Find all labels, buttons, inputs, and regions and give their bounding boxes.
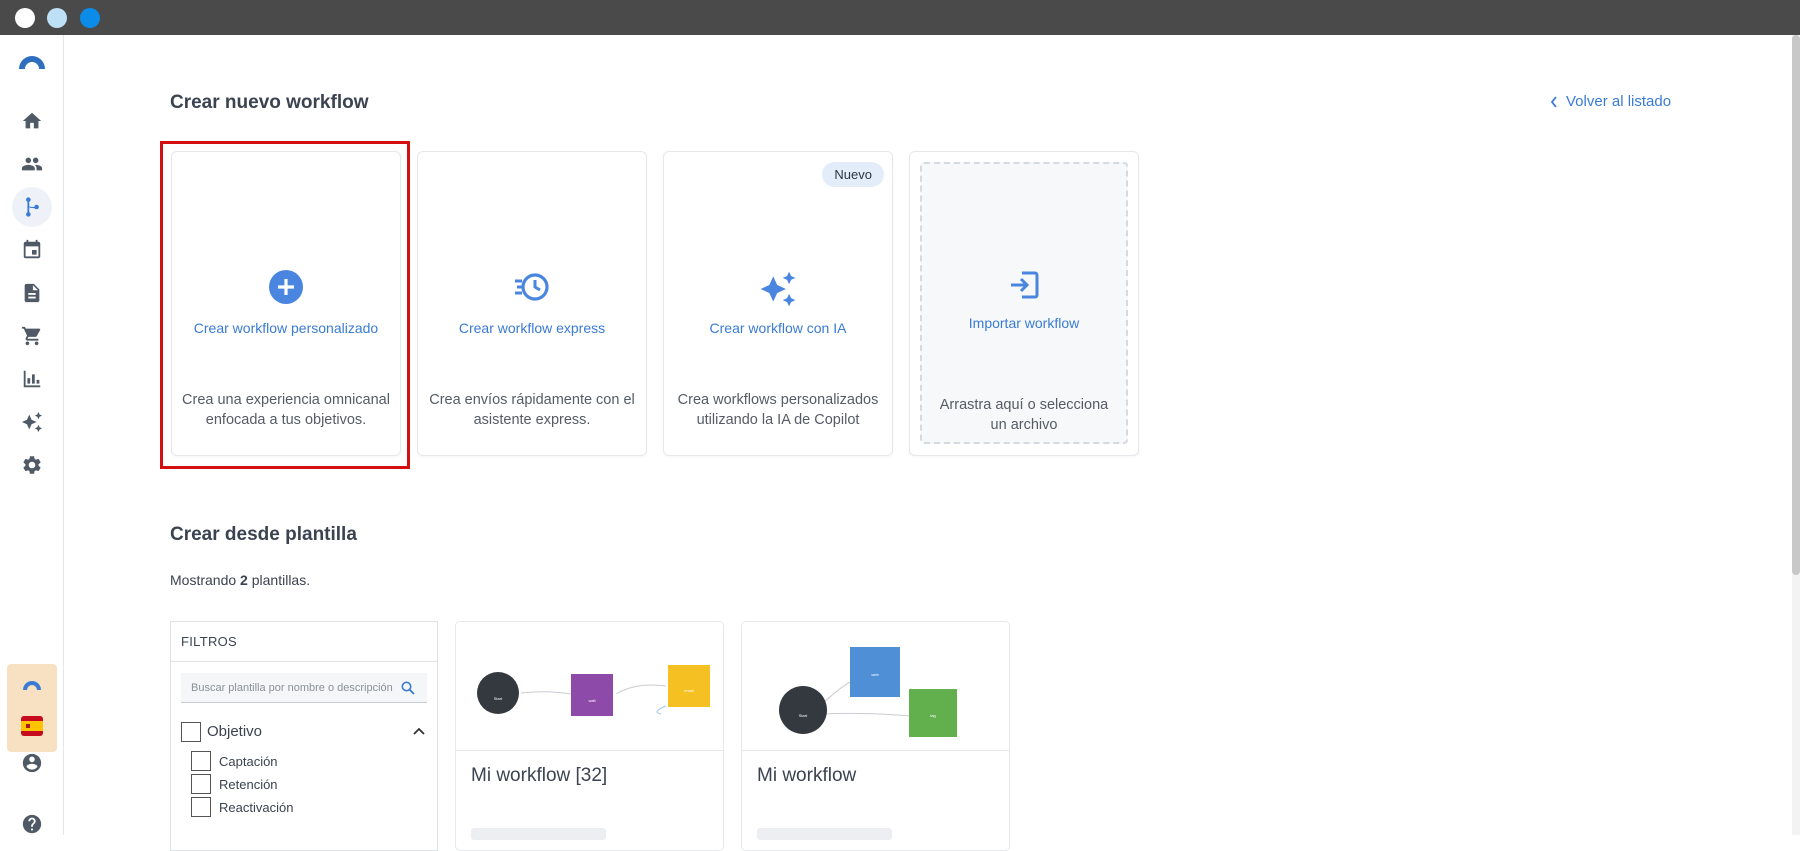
- cart-icon: [21, 326, 41, 346]
- sidebar-item-calendar[interactable]: [12, 230, 52, 270]
- svg-text:wait: wait: [588, 698, 596, 703]
- filter-checkbox-captacion[interactable]: [191, 751, 211, 771]
- templates-count-text: Mostrando 2 plantillas.: [170, 572, 310, 588]
- template-thumbnail: Start web tag: [742, 622, 1009, 751]
- sidebar: [0, 35, 64, 835]
- template-card[interactable]: Start wait email Mi workflow [32]: [455, 621, 724, 851]
- flow-node-start: [477, 672, 519, 714]
- filters-panel: FILTROS Objetivo Captación Retención Rea…: [170, 621, 438, 851]
- filter-checkbox-reactivacion[interactable]: [191, 797, 211, 817]
- calendar-icon: [23, 239, 41, 259]
- sidebar-item-account[interactable]: [12, 743, 52, 783]
- window-maximize-button[interactable]: [80, 8, 100, 28]
- template-thumbnail: Start wait email: [456, 622, 723, 751]
- sidebar-item-documents[interactable]: [12, 273, 52, 313]
- new-badge: Nuevo: [822, 162, 884, 187]
- filter-label-reactivacion: Reactivación: [219, 800, 294, 815]
- template-title: Mi workflow [32]: [471, 765, 608, 786]
- page-title: Crear nuevo workflow: [170, 92, 369, 113]
- brand-logo-icon: [23, 681, 41, 690]
- search-icon[interactable]: [401, 681, 415, 695]
- template-card[interactable]: Start web tag Mi workflow: [741, 621, 1010, 851]
- sparkles-icon: [664, 270, 892, 308]
- card-create-ai-workflow[interactable]: Nuevo Crear workflow con IA Crea workflo…: [663, 151, 893, 456]
- objetivo-group-label: Objetivo: [207, 723, 263, 740]
- chevron-left-icon: [1550, 95, 1557, 108]
- sidebar-item-settings[interactable]: [12, 445, 52, 485]
- objetivo-checkbox[interactable]: [181, 722, 201, 742]
- filter-checkbox-retencion[interactable]: [191, 774, 211, 794]
- contacts-icon: [21, 157, 43, 171]
- help-icon: [22, 814, 42, 834]
- card-create-express-workflow[interactable]: Crear workflow express Crea envíos rápid…: [417, 151, 647, 456]
- sparkles-icon: [21, 411, 43, 433]
- page-scrollbar-thumb[interactable]: [1792, 35, 1800, 575]
- filter-label-captacion: Captación: [219, 754, 278, 769]
- card-description: Crea envíos rápidamente con el asistente…: [429, 392, 635, 428]
- express-clock-icon: [418, 270, 646, 304]
- svg-text:web: web: [871, 672, 879, 677]
- card-title: Crear workflow con IA: [709, 320, 847, 336]
- sidebar-item-ai[interactable]: [12, 402, 52, 442]
- sidebar-item-shop[interactable]: [12, 316, 52, 356]
- card-description: Arrastra aquí o selecciona un archivo: [939, 397, 1109, 433]
- app-logo[interactable]: [17, 53, 47, 69]
- filters-title: FILTROS: [171, 622, 437, 662]
- template-tag-placeholder: [757, 828, 892, 840]
- svg-text:tag: tag: [930, 713, 936, 718]
- count-prefix: Mostrando: [170, 572, 237, 588]
- filter-label-retencion: Retención: [219, 777, 278, 792]
- template-tag-placeholder: [471, 828, 606, 840]
- templates-section-title: Crear desde plantilla: [170, 524, 357, 545]
- template-search[interactable]: [181, 673, 427, 703]
- card-title: Importar workflow: [968, 315, 1080, 331]
- flow-node-purple: [571, 674, 613, 716]
- document-icon: [24, 283, 40, 303]
- workflow-icon: [26, 197, 39, 217]
- flow-node-start: [779, 686, 827, 734]
- window-minimize-button[interactable]: [47, 8, 67, 28]
- back-to-list-link[interactable]: Volver al listado: [1550, 93, 1671, 110]
- window-close-button[interactable]: [15, 8, 35, 28]
- sidebar-item-help[interactable]: [12, 804, 52, 844]
- chart-icon: [23, 370, 41, 388]
- account-icon: [22, 753, 42, 773]
- template-title: Mi workflow: [757, 765, 857, 786]
- selection-highlight-frame: [160, 141, 410, 469]
- sidebar-item-reports[interactable]: [12, 359, 52, 399]
- flow-node-yellow: [668, 665, 710, 707]
- svg-text:Start: Start: [494, 696, 503, 701]
- sidebar-item-home[interactable]: [12, 101, 52, 141]
- svg-text:email: email: [684, 688, 694, 693]
- import-icon: [910, 270, 1138, 300]
- count-suffix: plantillas.: [251, 572, 311, 588]
- account-brand-card[interactable]: [7, 664, 57, 752]
- window-titlebar: [0, 0, 1800, 35]
- card-title: Crear workflow express: [458, 320, 606, 336]
- chevron-up-icon[interactable]: [413, 727, 425, 735]
- template-search-input[interactable]: [191, 681, 401, 694]
- sidebar-item-workflows[interactable]: [12, 187, 52, 227]
- templates-count: 2: [240, 572, 248, 588]
- spain-flag-icon: [21, 716, 43, 736]
- svg-text:Start: Start: [799, 713, 808, 718]
- card-import-workflow[interactable]: Importar workflow Arrastra aquí o selecc…: [909, 151, 1139, 456]
- back-link-label: Volver al listado: [1566, 93, 1672, 110]
- card-description: Crea workflows personalizados utilizando…: [677, 392, 879, 428]
- settings-icon: [23, 456, 41, 474]
- home-icon: [22, 112, 42, 129]
- sidebar-item-contacts[interactable]: [12, 144, 52, 184]
